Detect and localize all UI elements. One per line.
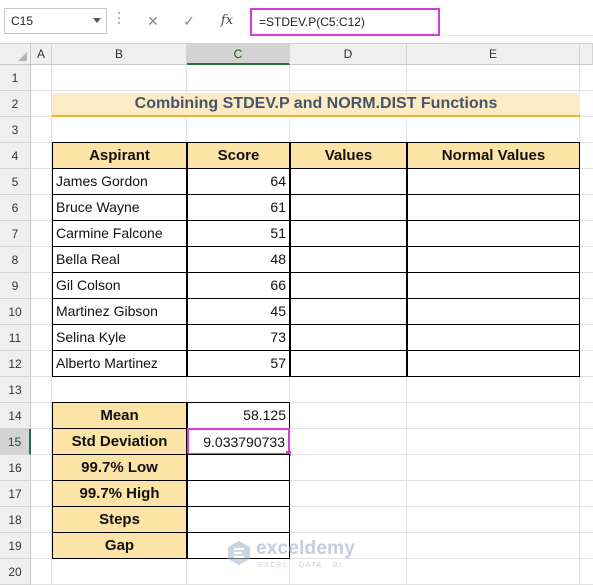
formula-input-extension[interactable]	[442, 8, 593, 36]
score-cell[interactable]: 48	[187, 246, 290, 273]
score-cell[interactable]: 57	[187, 350, 290, 377]
chevron-down-icon[interactable]	[93, 18, 101, 23]
normal-values-cell[interactable]	[407, 246, 580, 273]
row-header-1[interactable]: 1	[0, 65, 31, 91]
aspirant-name-cell[interactable]: Gil Colson	[52, 272, 187, 299]
column-header-a[interactable]: A	[31, 44, 52, 65]
aspirant-name-cell[interactable]: Alberto Martinez	[52, 350, 187, 377]
stat-label-cell[interactable]: Mean	[52, 402, 187, 429]
row-header-15[interactable]: 15	[0, 429, 31, 455]
row-header-9[interactable]: 9	[0, 273, 31, 299]
score-cell[interactable]: 61	[187, 194, 290, 221]
row-header-19[interactable]: 19	[0, 533, 31, 559]
values-cell[interactable]	[290, 194, 407, 221]
row-header-12[interactable]: 12	[0, 351, 31, 377]
values-cell[interactable]	[290, 298, 407, 325]
exceldemy-logo-icon	[228, 541, 250, 565]
header-score[interactable]: Score	[187, 142, 290, 169]
column-header-b[interactable]: B	[52, 44, 187, 65]
row-header-17[interactable]: 17	[0, 481, 31, 507]
row-header-18[interactable]: 18	[0, 507, 31, 533]
select-all-corner[interactable]	[0, 44, 31, 65]
stat-label-cell[interactable]: Std Deviation	[52, 428, 187, 455]
selected-cell-c15[interactable]: 9.033790733	[187, 428, 291, 456]
normal-values-cell[interactable]	[407, 168, 580, 195]
stat-label-cell[interactable]: Steps	[52, 506, 187, 533]
column-header-d[interactable]: D	[290, 44, 407, 65]
row-header-16[interactable]: 16	[0, 455, 31, 481]
enter-icon[interactable]: ✓	[176, 8, 202, 34]
aspirant-name-cell[interactable]: Martinez Gibson	[52, 298, 187, 325]
page-title[interactable]: Combining STDEV.P and NORM.DIST Function…	[52, 93, 580, 117]
row-header-11[interactable]: 11	[0, 325, 31, 351]
score-cell[interactable]: 73	[187, 324, 290, 351]
row-header-14[interactable]: 14	[0, 403, 31, 429]
column-header-e[interactable]: E	[407, 44, 580, 65]
score-cell[interactable]: 45	[187, 298, 290, 325]
watermark-tagline: EXCEL · DATA · BI	[258, 562, 343, 569]
row-header-5[interactable]: 5	[0, 169, 31, 195]
normal-values-cell[interactable]	[407, 298, 580, 325]
insert-function-icon[interactable]: fx	[212, 8, 242, 34]
row-header-10[interactable]: 10	[0, 299, 31, 325]
values-cell[interactable]	[290, 272, 407, 299]
formula-bar: C15 ✕ ✓ fx =STDEV.P(C5:C12)	[0, 0, 593, 44]
row-header-7[interactable]: 7	[0, 221, 31, 247]
normal-values-cell[interactable]	[407, 272, 580, 299]
score-cell[interactable]: 66	[187, 272, 290, 299]
row-header-20[interactable]: 20	[0, 559, 31, 585]
column-header-filler	[580, 44, 593, 65]
normal-values-cell[interactable]	[407, 324, 580, 351]
score-cell[interactable]: 51	[187, 220, 290, 247]
header-aspirant[interactable]: Aspirant	[52, 142, 187, 169]
values-cell[interactable]	[290, 168, 407, 195]
stat-label-cell[interactable]: Gap	[52, 532, 187, 559]
normal-values-cell[interactable]	[407, 194, 580, 221]
header-values[interactable]: Values	[290, 142, 407, 169]
gridline-row	[31, 90, 593, 91]
row-header-8[interactable]: 8	[0, 247, 31, 273]
name-box[interactable]: C15	[4, 8, 107, 34]
stat-value-cell[interactable]	[187, 506, 290, 533]
normal-values-cell[interactable]	[407, 350, 580, 377]
exceldemy-watermark: exceldemy EXCEL · DATA · BI	[226, 538, 376, 578]
normal-values-cell[interactable]	[407, 220, 580, 247]
stat-label-cell[interactable]: 99.7% High	[52, 480, 187, 507]
values-cell[interactable]	[290, 220, 407, 247]
values-cell[interactable]	[290, 246, 407, 273]
score-cell[interactable]: 64	[187, 168, 290, 195]
values-cell[interactable]	[290, 350, 407, 377]
header-normal-values[interactable]: Normal Values	[407, 142, 580, 169]
aspirant-name-cell[interactable]: Carmine Falcone	[52, 220, 187, 247]
cancel-icon[interactable]: ✕	[140, 8, 166, 34]
name-box-value: C15	[11, 14, 34, 28]
stat-value-cell[interactable]	[187, 454, 290, 481]
aspirant-name-cell[interactable]: James Gordon	[52, 168, 187, 195]
drag-handle-icon[interactable]	[118, 12, 121, 30]
aspirant-name-cell[interactable]: Bruce Wayne	[52, 194, 187, 221]
aspirant-name-cell[interactable]: Selina Kyle	[52, 324, 187, 351]
row-header-2[interactable]: 2	[0, 91, 31, 117]
formula-input[interactable]: =STDEV.P(C5:C12)	[250, 8, 440, 36]
watermark-brand: exceldemy	[256, 538, 355, 559]
row-header-13[interactable]: 13	[0, 377, 31, 403]
row-header-4[interactable]: 4	[0, 143, 31, 169]
values-cell[interactable]	[290, 324, 407, 351]
column-header-c[interactable]: C	[187, 44, 290, 65]
stat-value-cell[interactable]: 58.125	[187, 402, 290, 429]
row-header-6[interactable]: 6	[0, 195, 31, 221]
stat-value-cell[interactable]	[187, 480, 290, 507]
stat-label-cell[interactable]: 99.7% Low	[52, 454, 187, 481]
aspirant-name-cell[interactable]: Bella Real	[52, 246, 187, 273]
row-header-3[interactable]: 3	[0, 117, 31, 143]
